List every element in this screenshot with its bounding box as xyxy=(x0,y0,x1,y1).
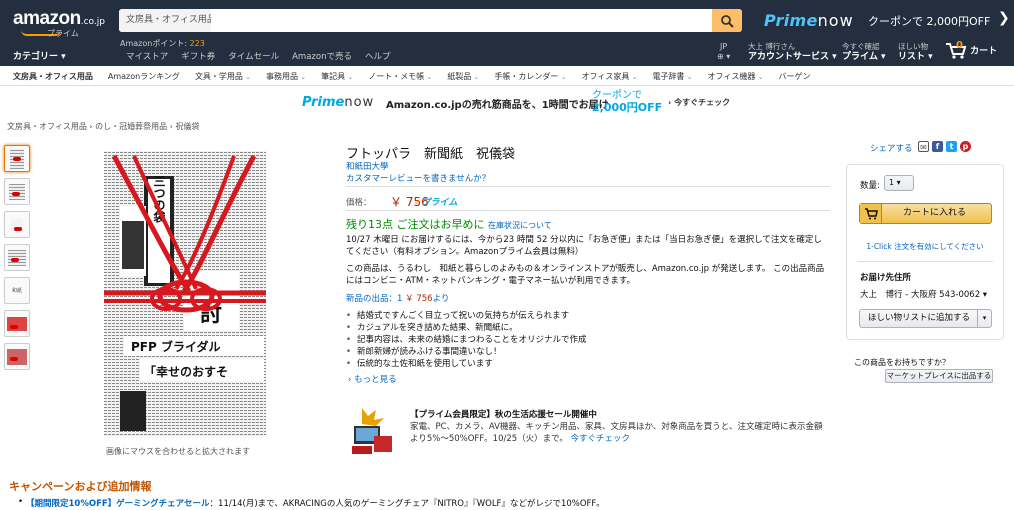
subnav-item-school[interactable]: 文具・学用品 xyxy=(195,71,251,82)
buy-box: 数量: 1 ▾ カートに入れる 1-Click 注文を有効にしてください お届け… xyxy=(846,164,1004,340)
subnav-item-paper[interactable]: 紙製品 xyxy=(447,71,479,82)
nav-link-help[interactable]: ヘルプ xyxy=(365,50,391,62)
have-item-label: この商品をお持ちですか？ xyxy=(854,358,950,367)
nav-link-sell[interactable]: Amazonで売る xyxy=(292,50,352,62)
svg-text:「幸せのおすそ: 「幸せのおすそ xyxy=(144,364,228,379)
subnav-item-writing[interactable]: 筆記具 xyxy=(321,71,353,82)
banner-check-link[interactable]: › 今すぐチェック xyxy=(668,97,730,108)
list-item: 記事内容は、未来の結婚にまつわることをオリジナルで作成 xyxy=(346,334,587,346)
chevron-right-icon[interactable]: ❯ xyxy=(998,10,1010,26)
subnav-item-planner[interactable]: 手帳・カレンダー xyxy=(494,71,566,82)
shipping-address-select[interactable]: 大上 博行 - 大阪府 543-0062 ▾ xyxy=(860,288,987,300)
subnav-item-ranking[interactable]: Amazonランキング xyxy=(108,71,180,82)
subnav-item-furniture[interactable]: オフィス家具 xyxy=(582,71,638,82)
subnav-item-notebook[interactable]: ノート・メモ帳 xyxy=(368,71,432,82)
subnav-item-bargain[interactable]: バーゲン xyxy=(778,71,810,82)
campaign-heading: キャンペーンおよび追加情報 xyxy=(9,480,152,493)
amazon-logo[interactable]: amazon.co.jp プライム xyxy=(13,8,105,38)
promo-title: 【プライム会員限定】秋の生活応援セール開催中 xyxy=(410,410,597,420)
thumbnail[interactable] xyxy=(4,211,30,238)
list-item: カジュアルを突き詰めた結果、新聞紙に。 xyxy=(346,322,587,334)
thumbnail[interactable] xyxy=(4,244,30,271)
nav-link-mystore[interactable]: マイストア xyxy=(126,50,168,62)
cart-button[interactable]: 0 カート xyxy=(945,40,997,60)
language-selector[interactable]: JP ⊕ ▾ xyxy=(717,42,730,62)
subnav-item-dictionary[interactable]: 電子辞書 xyxy=(652,71,692,82)
thumbnail[interactable]: 和紙 xyxy=(4,277,30,304)
search-bar: 文房具・オフィス用品 ▾ xyxy=(119,9,742,32)
seller-info: この商品は、うるわし 和紙と暮らしのよみもの＆オンラインストアが販売し、Amaz… xyxy=(346,264,825,286)
primenow-banner[interactable]: Primenow Amazon.co.jpの売れ筋商品を、1時間でお届け クーポ… xyxy=(300,90,730,114)
thumbnail[interactable] xyxy=(4,343,30,370)
list-item: 伝統的な土佐和紙を使用しています xyxy=(346,358,587,370)
campaign-link[interactable]: 【期間限定10%OFF】ゲーミングチェアセール xyxy=(26,499,210,509)
chevron-down-icon[interactable]: ▾ xyxy=(977,310,991,327)
brand-link[interactable]: 和紙田大學 xyxy=(346,160,389,172)
breadcrumb[interactable]: 文房具・オフィス用品 › のし・冠婚葬祭用品 › 祝儀袋 xyxy=(7,121,199,132)
pinterest-icon[interactable]: p xyxy=(960,141,971,152)
search-icon xyxy=(721,14,734,28)
thumbnail[interactable] xyxy=(4,145,30,172)
nav-link-timesale[interactable]: タイムセール xyxy=(228,50,279,62)
account-menu[interactable]: 大上 博行さん アカウントサービス ▾ xyxy=(748,42,837,62)
share-icons: ✉ f t p xyxy=(918,141,971,152)
check-icon: ✓ xyxy=(414,198,422,208)
new-offers-link[interactable]: 新品の出品：1 ￥ 756より xyxy=(346,292,449,304)
share-link[interactable]: シェアする xyxy=(870,142,913,154)
search-input[interactable] xyxy=(211,9,711,32)
svg-text:PFP ブライダル: PFP ブライダル xyxy=(131,339,221,354)
divider xyxy=(857,261,993,262)
category-subnav: 文房具・オフィス用品 Amazonランキング 文具・学用品 事務用品 筆記具 ノ… xyxy=(0,66,1014,86)
search-button[interactable] xyxy=(712,9,742,32)
cart-count: 0 xyxy=(956,40,963,51)
cart-icon xyxy=(860,204,882,223)
subnav-item-office[interactable]: 事務用品 xyxy=(266,71,306,82)
divider xyxy=(346,186,830,187)
divider xyxy=(346,210,830,211)
sell-on-marketplace-button[interactable]: マーケットプレイスに出品する xyxy=(885,369,993,383)
list-item: 新郎新婦が読みふける事間違いなし！ xyxy=(346,346,587,358)
write-review-link[interactable]: カスタマーレビューを書きませんか？ xyxy=(346,172,490,184)
globe-icon: ⊕ ▾ xyxy=(717,52,731,61)
email-icon[interactable]: ✉ xyxy=(918,141,929,152)
list-item: 結婚式ですんごく目立って祝いの気持ちが伝えられます xyxy=(346,310,587,322)
promo-check-link[interactable]: 今すぐチェック xyxy=(571,434,631,444)
top-nav: amazon.co.jp プライム 文房具・オフィス用品 ▾ Primenow … xyxy=(0,0,1014,66)
nav-link-giftcard[interactable]: ギフト券 xyxy=(181,50,215,62)
image-caption: 画像にマウスを合わせると拡大されます xyxy=(106,447,250,456)
facebook-icon[interactable]: f xyxy=(932,141,943,152)
feature-bullets: 結婚式ですんごく目立って祝いの気持ちが伝えられます カジュアルを突き詰めた結果、… xyxy=(346,310,587,370)
quantity-label: 数量: xyxy=(860,181,880,191)
category-menu[interactable]: カテゴリー ▾ xyxy=(13,49,66,62)
wishlist-menu[interactable]: ほしい物 リスト ▾ xyxy=(898,42,933,62)
add-to-cart-button[interactable]: カートに入れる xyxy=(859,203,992,224)
stock-info-link[interactable]: 在庫状況について xyxy=(488,221,552,230)
subnav-item-stationery[interactable]: 文房具・オフィス用品 xyxy=(13,71,93,82)
see-more-link[interactable]: もっと見る xyxy=(348,373,397,385)
enable-oneclick-link[interactable]: 1-Click 注文を有効にしてください xyxy=(847,241,1003,252)
promo-text: 家電、PC、カメラ、AV機器、キッチン用品、家具、文房具ほか、対象商品を買うと、… xyxy=(410,422,823,444)
twitter-icon[interactable]: t xyxy=(946,141,957,152)
newspaper-envelope: 三つの袋 討 PFP ブライダル 「幸せのおすそ xyxy=(104,151,266,436)
promo-image[interactable] xyxy=(348,406,396,458)
thumbnail[interactable] xyxy=(4,310,30,337)
thumbnail[interactable] xyxy=(4,178,30,205)
price-label: 価格： xyxy=(346,198,372,208)
subnav-item-equipment[interactable]: オフィス機器 xyxy=(708,71,764,82)
delivery-info: 10/27 木曜日 にお届けするには、今から23 時間 52 分以内に「お急ぎ便… xyxy=(346,235,822,257)
add-to-wishlist-button[interactable]: ほしい物リストに追加する ▾ xyxy=(859,309,992,328)
points-display[interactable]: Amazonポイント: 223 xyxy=(120,38,205,49)
prime-badge: ✓プライム xyxy=(414,198,458,208)
primenow-coupon[interactable]: クーポンで 2,000円OFF xyxy=(868,13,990,29)
product-image[interactable]: 三つの袋 討 PFP ブライダル 「幸せのおすそ xyxy=(104,151,266,436)
nav-links: マイストア ギフト券 タイムセール Amazonで売る ヘルプ xyxy=(126,50,390,62)
prime-menu[interactable]: 今すぐ確認 プライム ▾ xyxy=(842,42,885,62)
shipping-address-label: お届け先住所 xyxy=(860,273,912,283)
primenow-logo[interactable]: Primenow xyxy=(764,11,854,30)
campaign-item: 【期間限定10%OFF】ゲーミングチェアセール：11/14(月)まで、AKRAC… xyxy=(18,497,605,509)
stock-status: 残り13点 ご注文はお早めに 在庫状況について xyxy=(346,218,552,231)
thumbnail-list: 和紙 xyxy=(4,145,30,370)
quantity-select[interactable]: 1 ▾ xyxy=(884,175,914,191)
